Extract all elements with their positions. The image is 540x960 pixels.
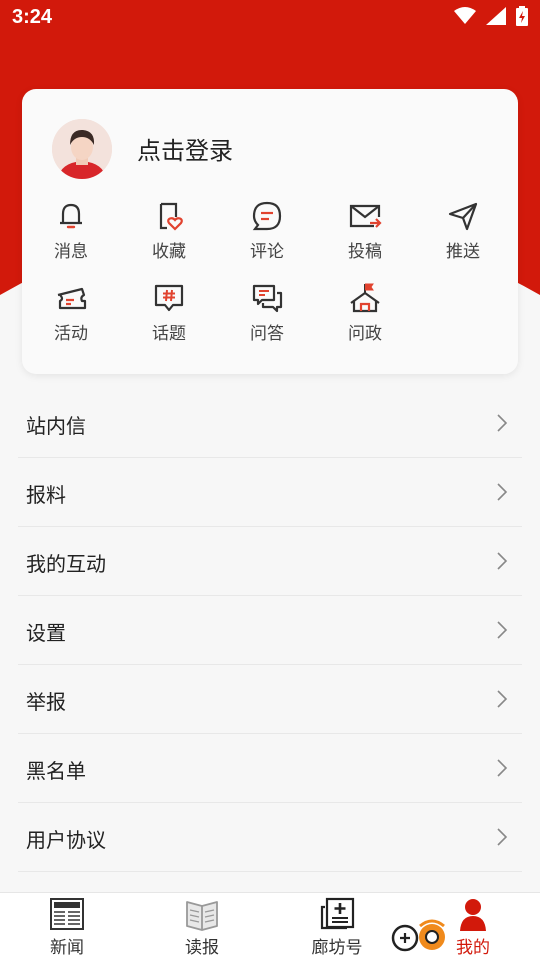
- quick-item-governance[interactable]: 问政: [316, 281, 414, 344]
- tab-news[interactable]: 新闻: [22, 897, 112, 958]
- avatar[interactable]: [52, 119, 112, 179]
- default-avatar-icon: [52, 119, 112, 179]
- submit-mail-icon: [349, 204, 382, 228]
- signal-icon: [486, 7, 506, 25]
- menu-item-label: 站内信: [26, 414, 86, 438]
- ticket-icon: [57, 287, 87, 310]
- tab-read-paper[interactable]: 读报: [157, 897, 247, 958]
- status-time: 3:24: [12, 6, 53, 28]
- menu-item-blacklist[interactable]: 黑名单: [18, 734, 522, 803]
- menu-item-label: 报料: [26, 483, 66, 507]
- watermark-logo: [391, 919, 445, 952]
- comment-icon: [252, 201, 282, 231]
- menu-item-my-interactions[interactable]: 我的互动: [18, 527, 522, 596]
- quick-item-label: 投稿: [348, 242, 382, 262]
- menu-item-label: 举报: [26, 690, 66, 714]
- menu-item-inbox[interactable]: 站内信: [18, 389, 522, 458]
- quick-item-label: 消息: [54, 242, 88, 262]
- quick-item-submit[interactable]: 投稿: [316, 199, 414, 262]
- status-bar: 3:24: [0, 0, 540, 36]
- favorite-icon: [159, 202, 183, 231]
- plus-document-icon: [320, 897, 355, 930]
- settings-menu: 站内信 报料 我的互动 设置 举报 黑名单 用户协议: [18, 389, 522, 872]
- topic-hash-icon: [154, 284, 184, 312]
- chevron-right-icon: [497, 828, 508, 846]
- wifi-icon: [454, 7, 476, 24]
- menu-item-label: 设置: [26, 621, 66, 645]
- menu-item-settings[interactable]: 设置: [18, 596, 522, 665]
- quick-item-topics[interactable]: 话题: [120, 281, 218, 344]
- menu-item-user-agreement[interactable]: 用户协议: [18, 803, 522, 872]
- menu-item-label: 用户协议: [26, 828, 106, 852]
- tab-label: 新闻: [50, 938, 84, 958]
- chevron-right-icon: [497, 621, 508, 639]
- quick-item-activities[interactable]: 活动: [22, 281, 120, 344]
- bell-icon: [60, 203, 82, 229]
- chevron-right-icon: [497, 690, 508, 708]
- open-book-icon: [186, 901, 218, 931]
- chevron-right-icon: [497, 552, 508, 570]
- quick-item-label: 收藏: [152, 242, 186, 262]
- chevron-right-icon: [497, 414, 508, 432]
- tab-label: 读报: [185, 938, 219, 958]
- qa-icon: [252, 284, 283, 313]
- quick-item-label: 问政: [348, 324, 382, 344]
- quick-item-messages[interactable]: 消息: [22, 199, 120, 262]
- chevron-right-icon: [497, 759, 508, 777]
- quick-item-comments[interactable]: 评论: [218, 199, 316, 262]
- quick-item-label: 评论: [250, 242, 284, 262]
- quick-item-label: 活动: [54, 324, 88, 344]
- battery-icon: [516, 6, 528, 26]
- quick-item-push[interactable]: 推送: [414, 199, 512, 262]
- login-link[interactable]: 点击登录: [137, 131, 233, 166]
- newspaper-icon: [50, 898, 84, 930]
- quick-item-label: 话题: [152, 324, 186, 344]
- quick-item-label: 推送: [446, 242, 480, 262]
- quick-item-favorites[interactable]: 收藏: [120, 199, 218, 262]
- quick-item-qa[interactable]: 问答: [218, 281, 316, 344]
- quick-item-label: 问答: [250, 324, 284, 344]
- menu-item-label: 我的互动: [26, 552, 106, 576]
- menu-item-label: 黑名单: [26, 759, 86, 783]
- tab-langfang-account[interactable]: 廊坊号: [292, 897, 382, 958]
- profile-card: 点击登录 消息 收藏 评论 投稿 推送 活动 话题 问答 问政: [22, 89, 518, 374]
- menu-item-report-news[interactable]: 报料: [18, 458, 522, 527]
- send-icon: [448, 202, 478, 231]
- chevron-right-icon: [497, 483, 508, 501]
- menu-item-report[interactable]: 举报: [18, 665, 522, 734]
- government-icon: [350, 283, 380, 313]
- tab-label: 廊坊号: [311, 938, 363, 958]
